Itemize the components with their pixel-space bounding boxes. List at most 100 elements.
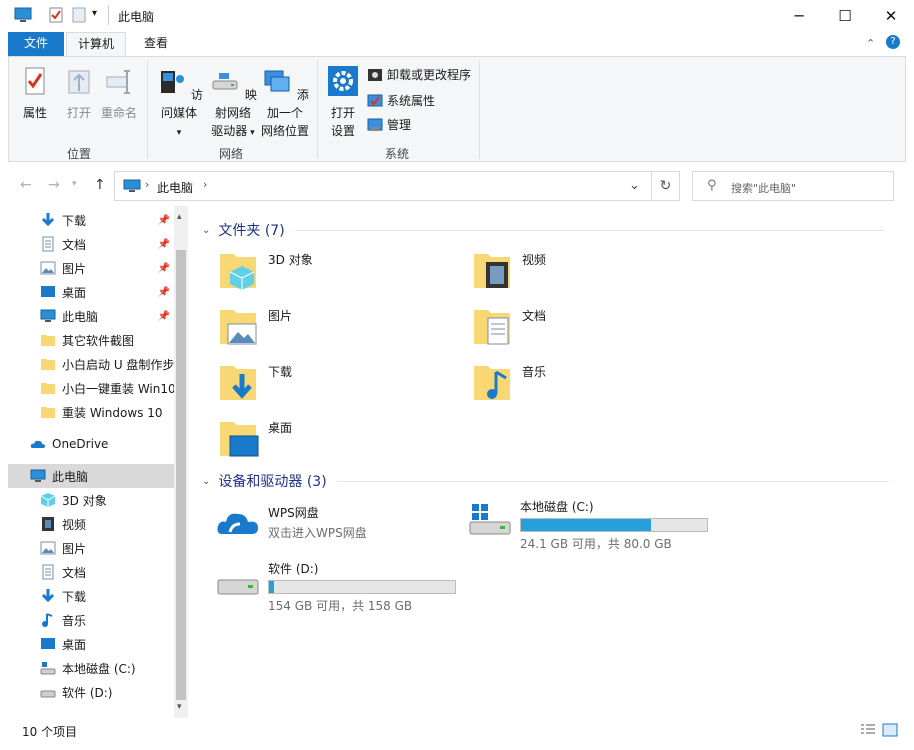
map-drive-button[interactable]: 映射网络 驱动器 ▾ [207,65,259,142]
sidebar-item-label: 文档 [62,565,87,580]
tab-view[interactable]: 查看 [132,32,180,56]
ribbon: 属性 打开 重命名 位置 访问媒体 ▾ 映射网络 驱动器 ▾ 添加一个 网络位置… [8,56,906,162]
title-divider [108,5,109,25]
refresh-button[interactable]: ↻ [652,171,680,201]
system-properties-button[interactable]: 系统属性 [367,91,435,111]
media-icon [161,71,185,93]
breadcrumb-this-pc[interactable]: 此电脑 [157,179,193,196]
breadcrumb-chevron-icon[interactable]: › [203,178,207,191]
network-location-icon [264,70,290,92]
sidebar-item-folder[interactable]: 其它软件截图 [8,328,174,352]
sidebar-item-pictures-pinned[interactable]: 图片 📌 [8,256,174,280]
item-count: 10 个项目 [22,725,78,739]
open-settings-label-2: 设置 [330,124,355,138]
system-drive-icon [40,662,56,675]
access-media-button[interactable]: 访问媒体 ▾ [151,65,207,142]
sidebar-item-folder[interactable]: 小白启动 U 盘制作步 [8,352,178,376]
forward-arrow-icon[interactable]: → [48,177,60,193]
folder-documents-icon [474,310,510,345]
scroll-down-icon[interactable]: ▾ [177,702,182,712]
recent-dropdown-icon[interactable]: ▾ [72,179,77,189]
folder-icon [41,383,55,394]
folder-tile-documents[interactable]: 文档 [472,304,546,348]
folder-tile-3d-objects[interactable]: 3D 对象 [218,248,313,292]
folders-section-header[interactable]: ⌄ 文件夹 (7) [202,220,885,240]
pin-icon: 📌 [157,238,170,250]
sidebar-item-documents-pinned[interactable]: 文档 📌 [8,232,174,256]
sidebar-item-downloads[interactable]: 下载 [8,584,174,608]
download-arrow-icon [41,213,55,227]
sidebar-item-folder[interactable]: 重装 Windows 10 [8,400,174,424]
up-arrow-icon[interactable]: ↑ [94,177,106,193]
rename-button[interactable]: 重命名 [99,65,139,122]
scroll-up-icon[interactable]: ▴ [177,212,182,222]
minimize-button[interactable]: ─ [776,0,822,31]
uninstall-button[interactable]: 卸载或更改程序 [367,65,471,85]
collapse-chevron-icon[interactable]: ⌄ [202,225,210,236]
close-button[interactable]: ✕ [868,0,914,31]
folder-tile-desktop[interactable]: 桌面 [218,416,292,460]
sidebar-item-videos[interactable]: 视频 [8,512,174,536]
breadcrumb-chevron-icon[interactable]: › [145,178,149,191]
section-divider [294,229,885,231]
help-icon[interactable]: ? [886,35,900,49]
details-view-icon[interactable] [860,723,876,737]
new-folder-quick-icon[interactable] [72,7,86,23]
address-dropdown-icon[interactable]: ⌄ [629,178,640,193]
sidebar-item-label: OneDrive [52,437,109,451]
quick-access-dropdown-icon[interactable]: ▾ [92,8,97,19]
computer-icon [30,469,46,482]
drive-d-tile[interactable]: 软件 (D:) 154 GB 可用，共 158 GB [214,558,456,614]
open-settings-label-1: 打开 [330,106,355,120]
sidebar-item-pictures[interactable]: 图片 [8,536,174,560]
tab-computer[interactable]: 计算机 [66,32,126,56]
sidebar-item-music[interactable]: 音乐 [8,608,174,632]
sidebar-item-folder[interactable]: 小白一键重装 Win10 [8,376,178,400]
sidebar-item-drive-d[interactable]: 软件 (D:) [8,680,174,704]
sidebar-item-3d-objects[interactable]: 3D 对象 [8,488,174,512]
tab-file[interactable]: 文件 [8,32,64,56]
wps-drive-tile[interactable]: WPS网盘 双击进入WPS网盘 [214,502,367,546]
system-drive-icon [469,504,511,535]
open-button[interactable]: 打开 [59,65,99,122]
folder-tile-videos[interactable]: 视频 [472,248,546,292]
sidebar-item-label: 下载 [62,589,87,604]
sidebar-item-downloads-pinned[interactable]: 下载 📌 [8,208,174,232]
properties-quick-icon[interactable] [48,7,64,23]
section-divider [336,480,889,482]
group-location-label: 位置 [66,147,91,161]
folder-icon [41,335,55,346]
folder-tile-pictures[interactable]: 图片 [218,304,292,348]
open-settings-button[interactable]: 打开 设置 [323,65,363,140]
collapse-chevron-icon[interactable]: ⌄ [202,476,210,487]
sidebar-item-desktop-pinned[interactable]: 桌面 📌 [8,280,174,304]
manage-button[interactable]: 管理 [367,115,411,135]
scrollbar-thumb[interactable] [176,250,186,700]
collapse-ribbon-icon[interactable]: ⌃ [866,37,875,50]
sidebar-item-this-pc-selected[interactable]: 此电脑 [8,464,174,488]
sidebar-item-drive-c[interactable]: 本地磁盘 (C:) [8,656,174,680]
devices-section-header[interactable]: ⌄ 设备和驱动器 (3) [202,471,889,491]
sidebar-scrollbar[interactable]: ▴ ▾ [174,206,188,718]
sidebar-item-onedrive[interactable]: OneDrive [8,432,174,456]
folder-tile-music[interactable]: 音乐 [472,360,546,404]
map-drive-dropdown-icon: ▾ [247,128,255,138]
sidebar-item-this-pc-pinned[interactable]: 此电脑 📌 [8,304,174,328]
sidebar-item-desktop[interactable]: 桌面 [8,632,174,656]
search-input[interactable]: 搜索"此电脑" [731,180,796,196]
pin-icon: 📌 [157,310,170,322]
sidebar-item-label: 小白一键重装 Win10 [62,381,176,396]
add-network-location-button[interactable]: 添加一个 网络位置 [259,65,311,140]
folder-tile-downloads[interactable]: 下载 [218,360,292,404]
sidebar-item-documents[interactable]: 文档 [8,560,174,584]
large-icons-view-icon[interactable] [882,723,898,737]
picture-icon [40,261,56,275]
sidebar-item-label: 软件 (D:) [62,685,113,700]
back-arrow-icon[interactable]: ← [20,177,32,193]
maximize-button[interactable]: ☐ [822,0,868,31]
search-box[interactable]: ⚲ 搜索"此电脑" [692,171,894,201]
address-bar[interactable]: › 此电脑 › ⌄ [114,171,652,201]
drive-c-tile[interactable]: 本地磁盘 (C:) 24.1 GB 可用，共 80.0 GB [466,496,708,552]
properties-button[interactable]: 属性 [15,65,55,122]
desktop-icon [41,286,55,297]
